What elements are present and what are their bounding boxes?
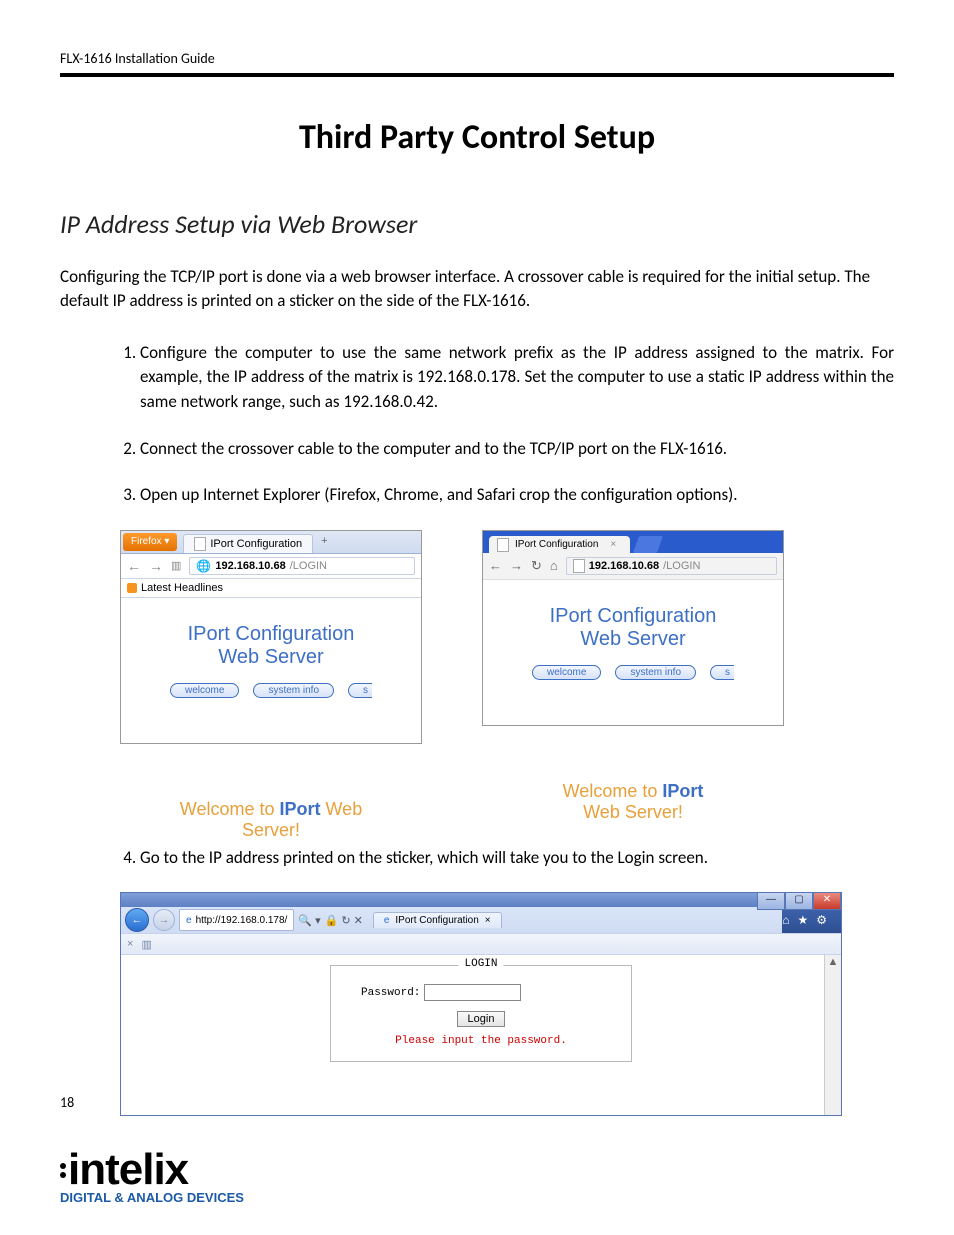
chrome-address-bar[interactable]: 192.168.10.68/LOGIN: [566, 557, 777, 575]
scroll-up-icon[interactable]: ▲: [825, 955, 841, 969]
url-path: /LOGIN: [663, 560, 700, 572]
page-number: 18: [60, 1094, 74, 1111]
ie-search-controls[interactable]: 🔍 ▾🔒 ↻ ✕: [298, 914, 363, 927]
forward-icon[interactable]: →: [149, 558, 163, 574]
step-2: Connect the crossover cable to the compu…: [140, 437, 894, 462]
firefox-tab-label: IPort Configuration: [210, 538, 302, 550]
password-label: Password:: [361, 987, 420, 999]
globe-icon: 🌐: [196, 559, 211, 573]
home-icon[interactable]: ⌂: [782, 913, 789, 927]
close-icon[interactable]: ×: [485, 915, 491, 926]
back-icon[interactable]: ←: [489, 558, 502, 573]
nav-partial[interactable]: s: [710, 665, 734, 680]
page-icon: [497, 538, 509, 552]
steps-list: Configure the computer to use the same n…: [60, 341, 894, 508]
intelix-logo: intelix DIGITAL & ANALOG DEVICES: [60, 1150, 244, 1205]
step-1: Configure the computer to use the same n…: [140, 341, 894, 415]
chrome-new-tab[interactable]: [633, 536, 663, 553]
chrome-mockup: IPort Configuration × ← → ↻ ⌂ 192.168.10…: [482, 530, 784, 841]
bookmark-latest-headlines[interactable]: Latest Headlines: [141, 582, 223, 594]
login-panel: LOGIN Password: Login Please input the p…: [330, 965, 632, 1062]
ie-back-button[interactable]: ←: [125, 908, 149, 932]
chrome-welcome-text: Welcome to IPort Web Server!: [482, 781, 784, 823]
scrollbar[interactable]: ▲: [824, 955, 841, 1115]
home-icon[interactable]: ⌂: [550, 558, 558, 573]
ie-address-bar[interactable]: e http://192.168.0.178/: [179, 909, 294, 931]
close-icon[interactable]: ×: [127, 938, 133, 950]
toolbar-grip-icon: ▥: [141, 938, 151, 951]
section-subtitle: IP Address Setup via Web Browser: [60, 208, 894, 240]
nav-system-info[interactable]: system info: [615, 665, 696, 680]
rss-icon: [127, 583, 137, 593]
firefox-menu-button[interactable]: Firefox ▾: [123, 533, 177, 551]
page-icon: [194, 537, 206, 551]
step-3: Open up Internet Explorer (Firefox, Chro…: [140, 483, 894, 508]
chrome-tab-label: IPort Configuration: [515, 539, 598, 550]
favorites-icon[interactable]: ★: [797, 913, 808, 927]
header-rule: [60, 73, 894, 77]
login-legend: LOGIN: [458, 958, 503, 970]
password-input[interactable]: [424, 984, 521, 1001]
forward-icon[interactable]: →: [510, 558, 523, 573]
step-4: Go to the IP address printed on the stic…: [140, 846, 894, 871]
reload-icon[interactable]: ↻: [531, 558, 542, 574]
ie-mockup: — ▢ ✕ ← → e http://192.168.0.178/ 🔍 ▾🔒 ↻…: [120, 892, 842, 1116]
gear-icon[interactable]: ⚙: [816, 913, 827, 927]
ie-forward-button[interactable]: →: [153, 909, 175, 931]
history-icon[interactable]: ▥: [171, 559, 181, 572]
login-error: Please input the password.: [361, 1035, 601, 1047]
nav-welcome[interactable]: welcome: [532, 665, 601, 680]
url-host: 192.168.10.68: [215, 560, 285, 572]
ie-tab-label: IPort Configuration: [395, 915, 478, 926]
maximize-button[interactable]: ▢: [785, 892, 813, 910]
minimize-button[interactable]: —: [757, 892, 785, 910]
iport-title: IPort ConfigurationWeb Server: [483, 605, 783, 651]
steps-list-cont: Go to the IP address printed on the stic…: [60, 846, 894, 871]
firefox-address-bar[interactable]: 🌐 192.168.10.68/LOGIN: [189, 557, 415, 575]
intro-paragraph: Configuring the TCP/IP port is done via …: [60, 265, 894, 313]
page-icon: [573, 559, 585, 573]
chrome-tab[interactable]: IPort Configuration ×: [489, 536, 630, 554]
firefox-mockup: Firefox ▾ IPort Configuration + ← → ▥ 🌐 …: [120, 530, 422, 841]
login-button[interactable]: Login: [457, 1011, 506, 1027]
ie-e-icon: e: [186, 915, 192, 926]
firefox-tab[interactable]: IPort Configuration: [183, 534, 313, 553]
nav-partial[interactable]: s: [348, 683, 372, 698]
header-guide-title: FLX-1616 Installation Guide: [60, 50, 894, 67]
nav-welcome[interactable]: welcome: [170, 683, 239, 698]
firefox-new-tab[interactable]: +: [313, 531, 335, 553]
url-host: 192.168.10.68: [589, 560, 659, 572]
iport-title: IPort ConfigurationWeb Server: [121, 623, 421, 669]
ie-url-text: http://192.168.0.178/: [196, 915, 288, 926]
nav-system-info[interactable]: system info: [253, 683, 334, 698]
ie-tab[interactable]: e IPort Configuration ×: [373, 912, 502, 928]
ie-e-icon: e: [384, 915, 390, 926]
close-icon[interactable]: ×: [610, 539, 616, 550]
page-title: Third Party Control Setup: [60, 117, 894, 158]
url-path: /LOGIN: [290, 560, 327, 572]
logo-tagline: DIGITAL & ANALOG DEVICES: [60, 1190, 244, 1205]
close-button[interactable]: ✕: [813, 892, 841, 910]
firefox-welcome-text: Welcome to IPort Web Server!: [120, 799, 422, 841]
back-icon[interactable]: ←: [127, 558, 141, 574]
